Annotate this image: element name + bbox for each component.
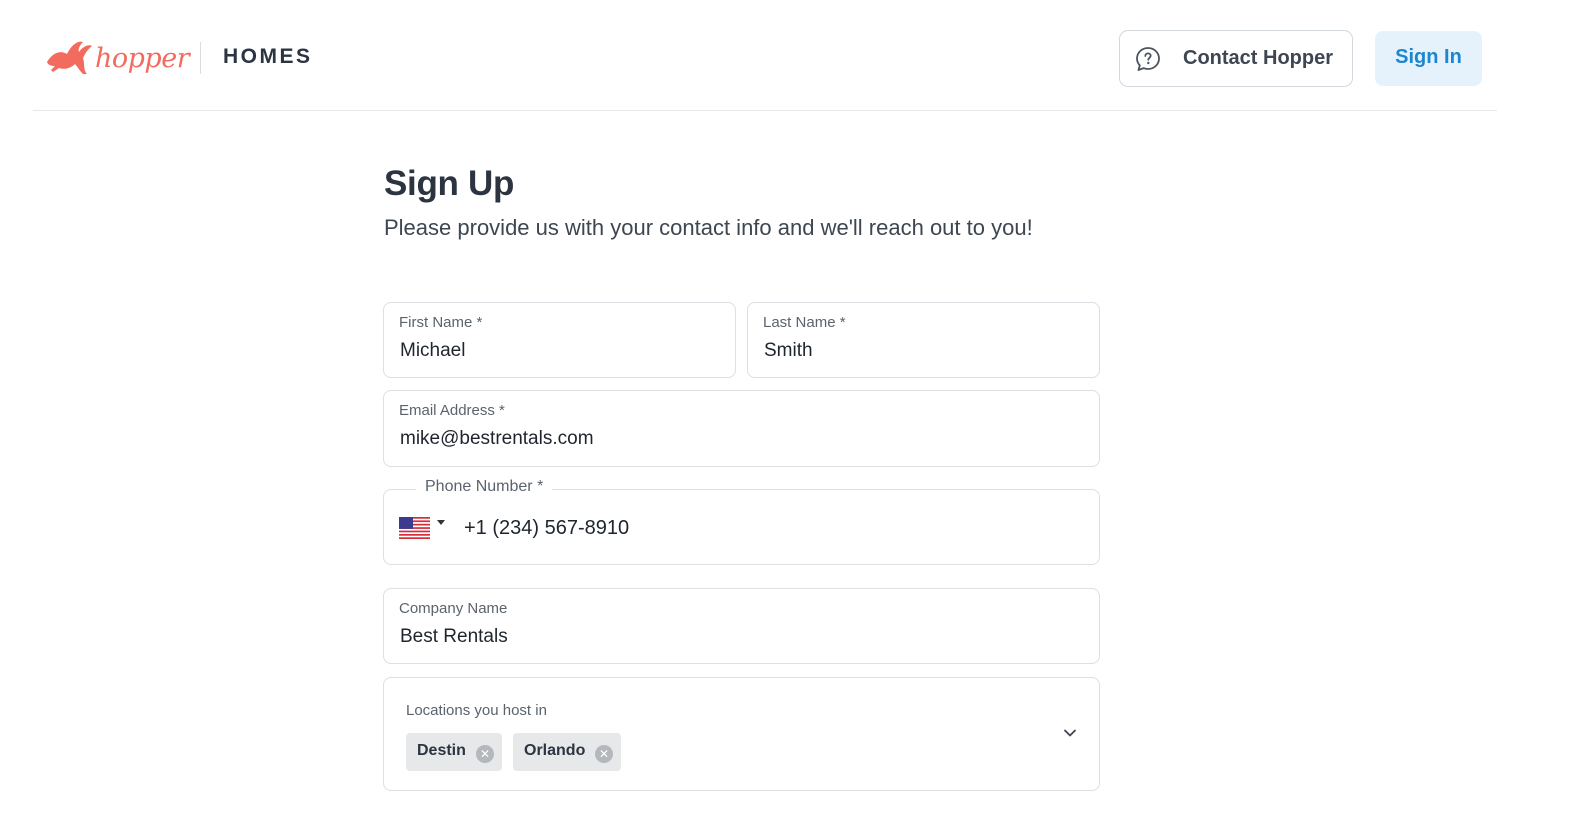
location-chip-label: Destin [417, 742, 466, 759]
country-dropdown-caret-icon[interactable] [437, 520, 445, 525]
us-flag-icon[interactable] [399, 517, 430, 539]
company-name-input[interactable] [400, 626, 1083, 648]
locations-label: Locations you host in [406, 702, 547, 719]
logo-wordmark: hopper [95, 42, 190, 74]
email-input[interactable] [400, 428, 1083, 450]
company-name-field[interactable]: Company Name [383, 588, 1100, 664]
last-name-input[interactable] [764, 340, 1083, 362]
chat-question-icon [1136, 47, 1160, 71]
remove-chip-icon[interactable]: ✕ [476, 745, 494, 763]
company-name-label: Company Name [399, 600, 508, 617]
phone-field[interactable]: Phone Number * [383, 478, 1147, 565]
first-name-label: First Name * [399, 314, 483, 331]
remove-chip-icon[interactable]: ✕ [595, 745, 613, 763]
location-chip-destin: Destin ✕ [406, 733, 502, 771]
phone-input[interactable] [464, 517, 1147, 540]
page-subtitle: Please provide us with your contact info… [384, 215, 1033, 240]
bunny-logo-icon [47, 41, 92, 74]
phone-label: Phone Number * [416, 478, 553, 496]
last-name-label: Last Name * [763, 314, 846, 331]
logo-divider [200, 42, 201, 74]
location-chip-orlando: Orlando ✕ [513, 733, 621, 771]
page-title: Sign Up [384, 164, 515, 203]
top-header: hopper HOMES Contact Hopper Sign In [33, 0, 1497, 111]
contact-hopper-button[interactable]: Contact Hopper [1119, 30, 1353, 87]
sign-in-button[interactable]: Sign In [1375, 31, 1482, 86]
first-name-input[interactable] [400, 340, 719, 362]
locations-select[interactable]: Locations you host in Destin ✕ Orlando ✕ [383, 677, 1100, 791]
last-name-field[interactable]: Last Name * [747, 302, 1100, 378]
email-label: Email Address * [399, 402, 505, 419]
location-chip-label: Orlando [524, 742, 586, 759]
sign-in-label: Sign In [1395, 46, 1462, 68]
chevron-down-icon[interactable] [1063, 726, 1077, 740]
hopper-logo[interactable]: hopper [45, 38, 190, 78]
email-field[interactable]: Email Address * [383, 390, 1100, 467]
logo-homes-label: HOMES [223, 45, 313, 68]
first-name-field[interactable]: First Name * [383, 302, 736, 378]
contact-hopper-label: Contact Hopper [1183, 47, 1333, 69]
